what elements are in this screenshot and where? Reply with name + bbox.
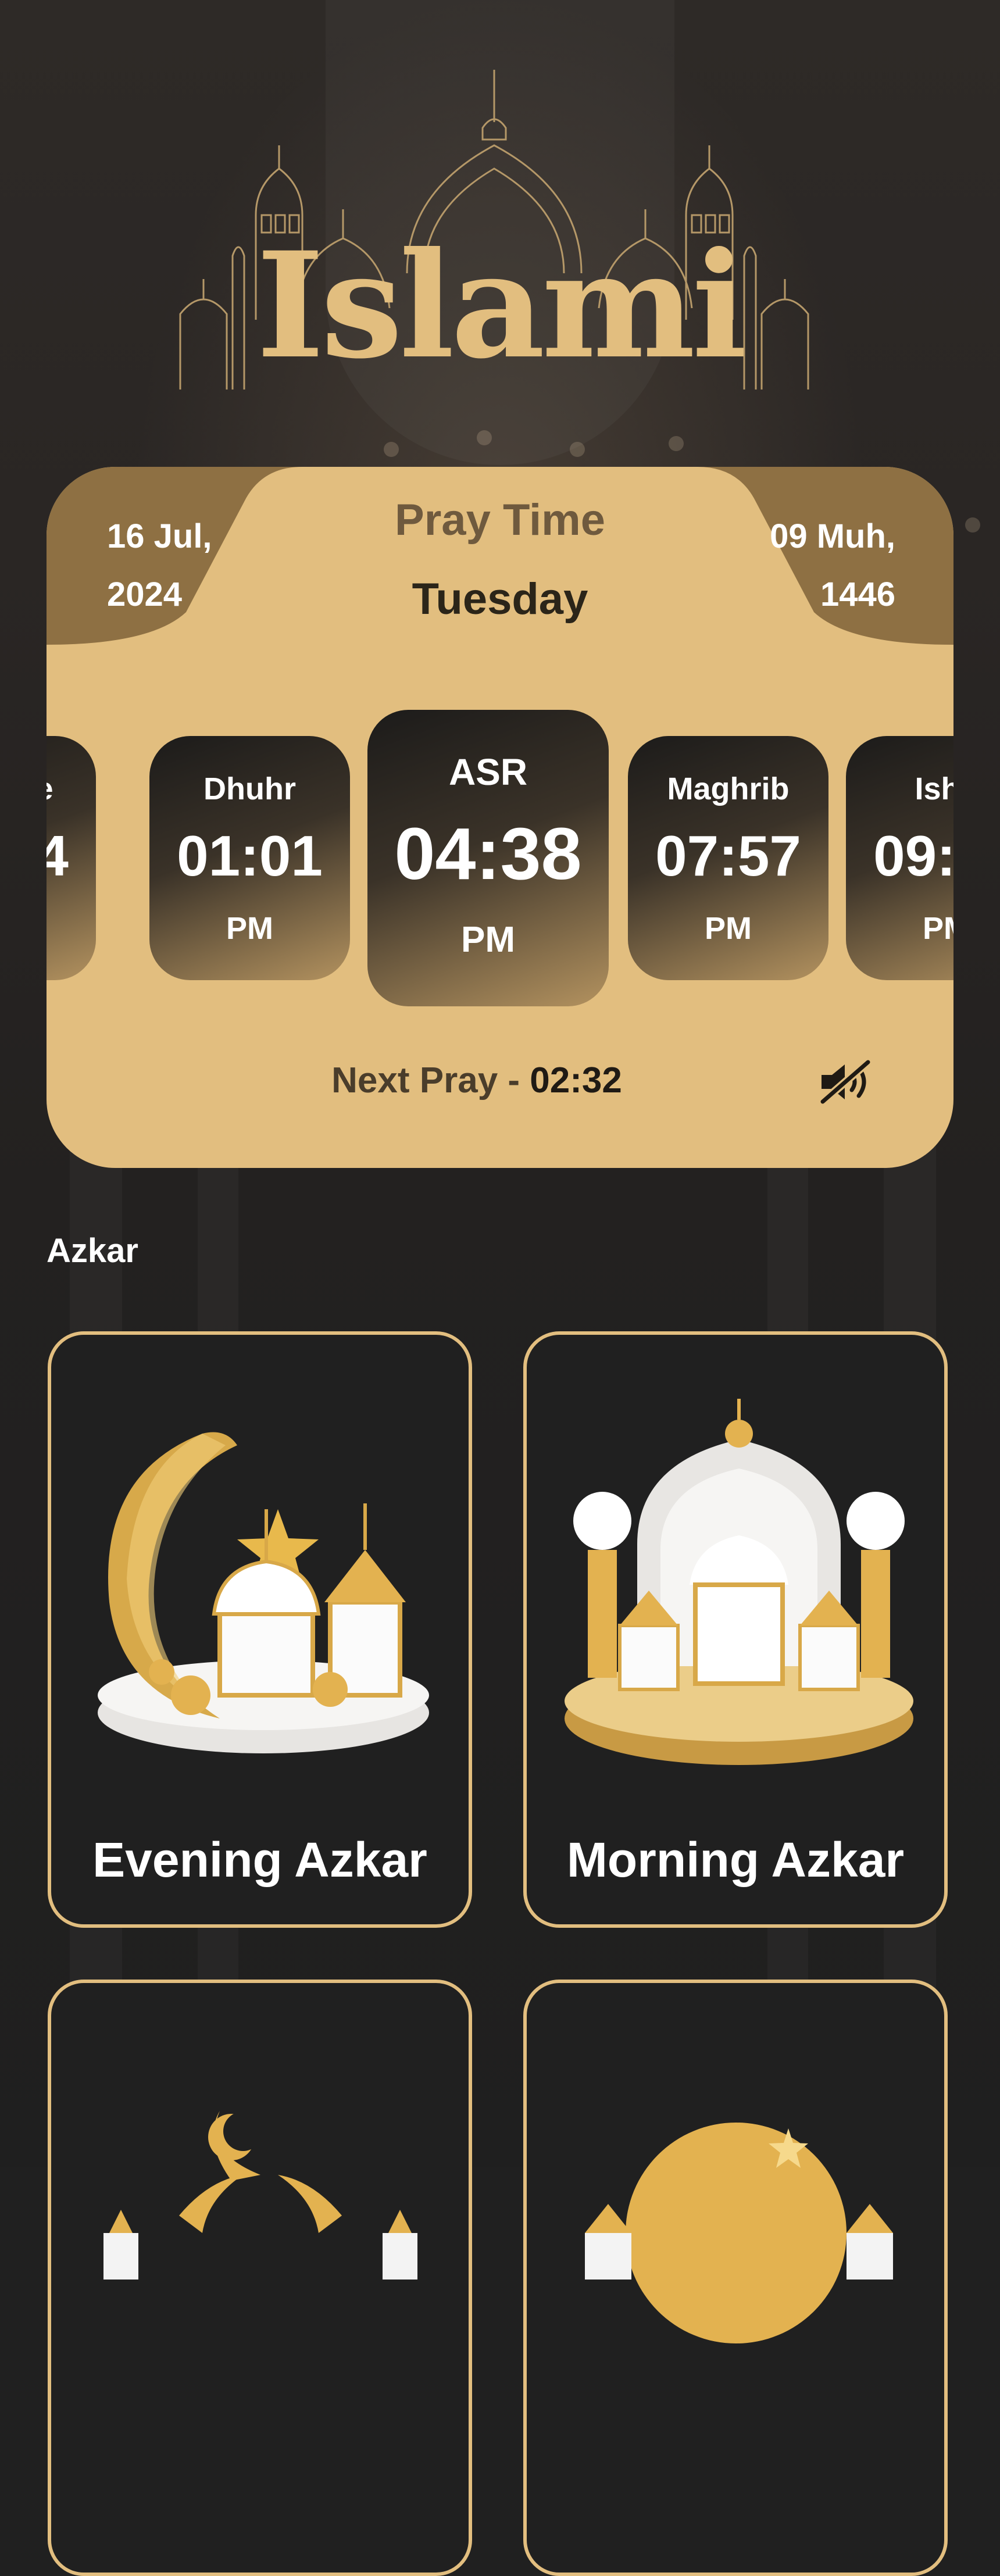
next-pray-value: 02:32 bbox=[530, 1060, 622, 1101]
app-logo: Islami bbox=[256, 220, 747, 391]
crescent-domes-illustration bbox=[103, 2111, 417, 2280]
prayer-name: Maghrib bbox=[667, 771, 790, 806]
pray-time-card: 16 Jul, 2024 09 Muh, 1446 Pray Time Tues… bbox=[47, 467, 953, 1168]
golden-mosque-illustration bbox=[565, 1399, 913, 1765]
crescent-mosque-illustration bbox=[98, 1432, 429, 1753]
prayer-period: PM bbox=[226, 911, 273, 946]
prayer-time: 07:57 bbox=[655, 824, 801, 888]
prayer-card-sunrise[interactable]: Sunrise 06:04 AM bbox=[47, 736, 96, 980]
moon-domes-illustration bbox=[585, 2123, 893, 2343]
prayer-period: PM bbox=[705, 911, 752, 946]
azkar-card-evening[interactable]: Evening Azkar bbox=[48, 1331, 472, 1928]
prayer-time: 04:38 bbox=[394, 813, 582, 895]
pray-time-title: Pray Time bbox=[395, 495, 605, 545]
prayer-card-maghrib[interactable]: Maghrib 07:57 PM bbox=[628, 736, 828, 980]
prayer-period: PM bbox=[923, 911, 953, 946]
prayer-name: Isha bbox=[915, 771, 953, 806]
prayer-name: Sunrise bbox=[47, 771, 96, 807]
azkar-card-label: Evening Azkar bbox=[92, 1832, 427, 1887]
prayer-time: 09:30 bbox=[873, 824, 953, 888]
azkar-card-morning[interactable]: Morning Azkar bbox=[523, 1331, 948, 1928]
azkar-card-3[interactable] bbox=[48, 1980, 472, 2576]
azkar-card-4[interactable] bbox=[523, 1980, 948, 2576]
azkar-section-title: Azkar bbox=[47, 1232, 138, 1270]
prayer-time: 06:04 bbox=[47, 824, 69, 888]
prayer-period: PM bbox=[461, 920, 515, 960]
azkar-card-label: Morning Azkar bbox=[566, 1832, 905, 1887]
prayer-card-dhuhr[interactable]: Dhuhr 01:01 PM bbox=[149, 736, 350, 980]
prayer-name: ASR bbox=[448, 751, 528, 793]
prayer-name: Dhuhr bbox=[203, 771, 296, 806]
prayer-card-asr-active[interactable]: ASR 04:38 PM bbox=[367, 710, 609, 1006]
next-pray-countdown: Next Pray - 02:32 bbox=[47, 1060, 907, 1101]
prayer-time: 01:01 bbox=[177, 824, 323, 888]
day-name: Tuesday bbox=[412, 574, 588, 624]
prayer-card-isha[interactable]: Isha 09:30 PM bbox=[846, 736, 953, 980]
next-pray-label: Next Pray - bbox=[331, 1060, 530, 1101]
prayer-period: AM bbox=[47, 910, 96, 946]
speaker-muted-icon[interactable] bbox=[817, 1059, 875, 1105]
